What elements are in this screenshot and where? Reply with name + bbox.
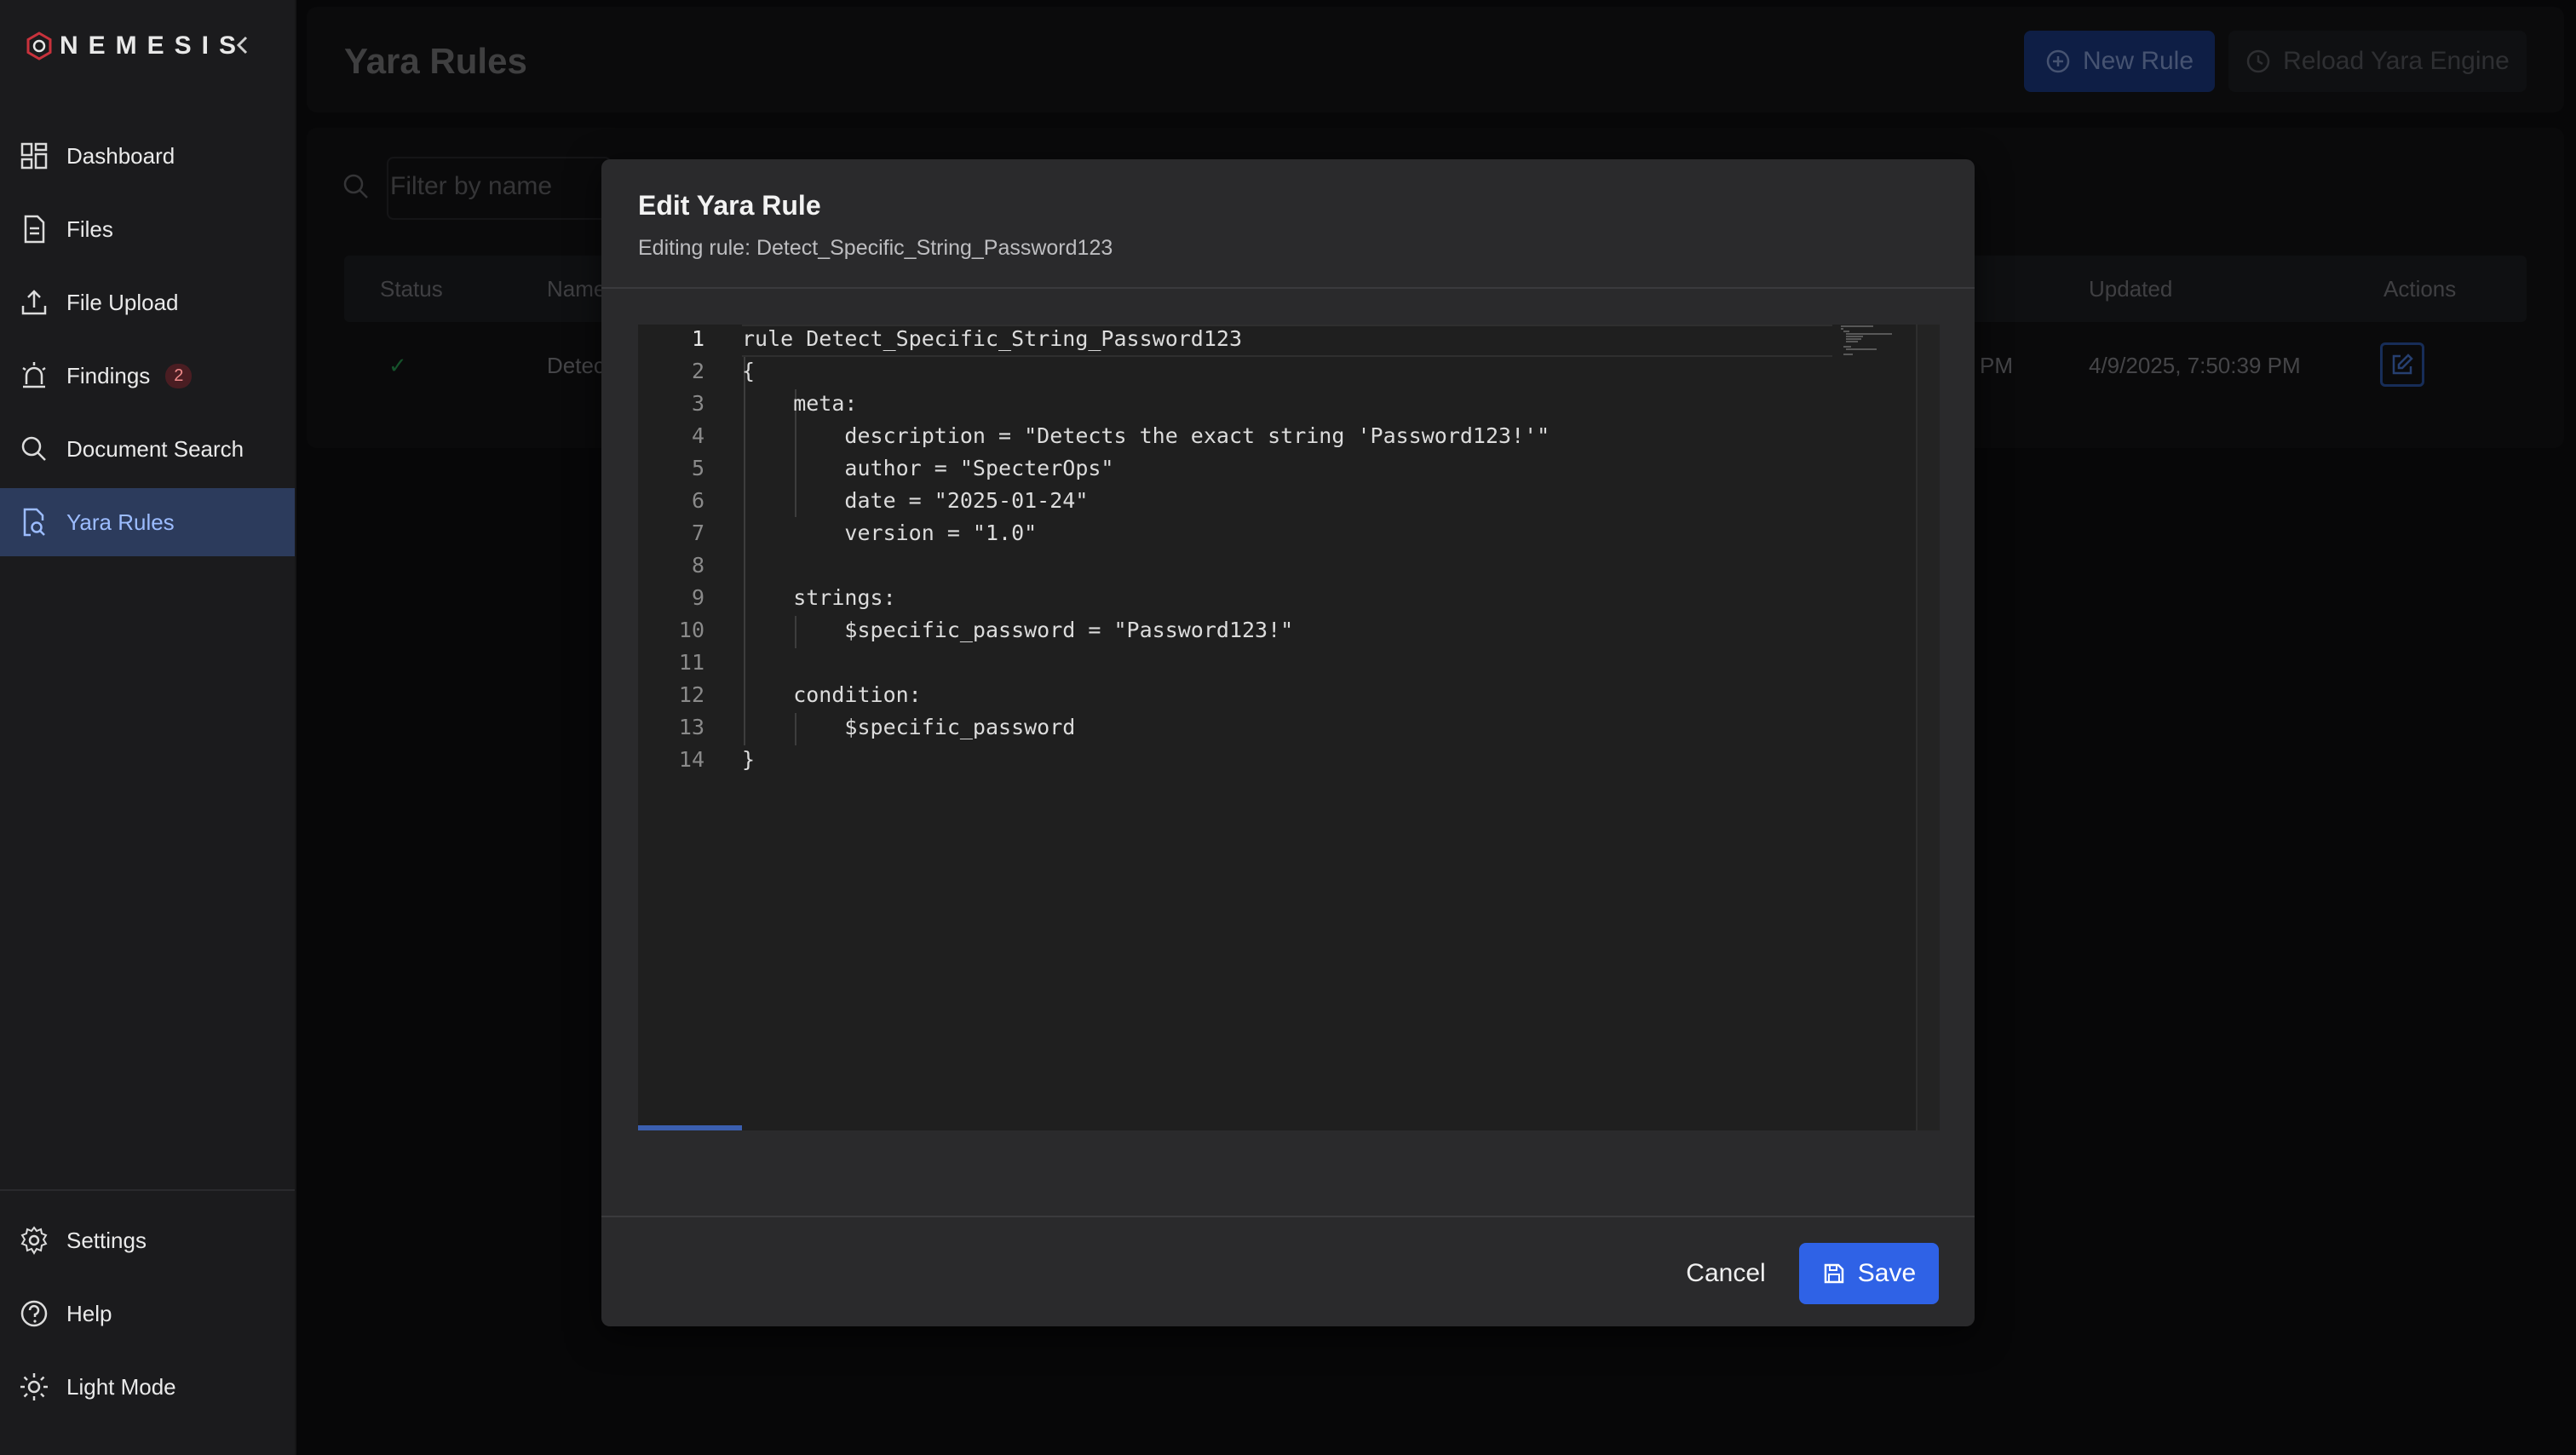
line-number: 7	[691, 520, 704, 545]
help-icon	[20, 1300, 48, 1327]
line-number: 5	[691, 456, 704, 480]
line-number: 8	[691, 553, 704, 578]
code-line: condition:	[742, 682, 922, 707]
code-line: description = "Detects the exact string …	[742, 423, 1550, 448]
upload-icon	[21, 290, 47, 315]
line-number: 11	[678, 650, 704, 675]
sidebar-item-help[interactable]: Help	[0, 1280, 295, 1348]
gear-icon	[20, 1226, 48, 1255]
sidebar-item-dashboard[interactable]: Dashboard	[0, 122, 295, 190]
line-number: 1	[691, 326, 704, 351]
alarm-icon	[22, 362, 46, 388]
sidebar-item-label: Settings	[66, 1227, 147, 1253]
sidebar-item-findings[interactable]: Findings 2	[0, 342, 295, 410]
code-line: author = "SpecterOps"	[742, 456, 1114, 480]
nemesis-logo-icon	[26, 32, 52, 60]
vertical-scrollbar[interactable]	[1916, 325, 1940, 1130]
sidebar-item-label: Findings	[66, 362, 151, 388]
code-line: date = "2025-01-24"	[742, 488, 1089, 513]
sidebar-bottom-nav: Settings Help Light Mode	[0, 1189, 295, 1426]
sidebar-item-label: Dashboard	[66, 142, 175, 169]
divider	[601, 287, 1975, 289]
code-line: strings:	[742, 585, 896, 610]
file-icon	[24, 215, 45, 244]
sidebar-item-document-search[interactable]: Document Search	[0, 415, 295, 483]
findings-count-badge: 2	[165, 363, 193, 388]
cancel-button[interactable]: Cancel	[1675, 1243, 1777, 1304]
sidebar-item-yara-rules[interactable]: Yara Rules	[0, 488, 295, 556]
sidebar-item-label: Files	[66, 216, 113, 242]
line-number-gutter: 1 2 3 4 5 6 7 8 9 10 11 12 13 14	[638, 325, 704, 1130]
horizontal-scrollbar[interactable]	[638, 1125, 742, 1130]
sidebar-item-files[interactable]: Files	[0, 195, 295, 263]
code-line: meta:	[742, 391, 858, 416]
dashboard-icon	[20, 142, 48, 170]
sidebar-item-label: Help	[66, 1300, 112, 1326]
save-button[interactable]: Save	[1799, 1243, 1939, 1304]
line-number: 4	[691, 423, 704, 448]
sun-icon	[20, 1373, 48, 1400]
brand-name: NEMESIS	[60, 32, 247, 60]
editor-minimap[interactable]	[1839, 325, 1916, 359]
code-line: {	[742, 359, 756, 383]
sidebar: NEMESIS Dashboard Files File Upload Find…	[0, 0, 296, 1455]
line-number: 6	[691, 488, 704, 513]
line-number: 3	[691, 391, 704, 416]
sidebar-nav: Dashboard Files File Upload Findings 2 D…	[0, 122, 295, 561]
save-icon	[1824, 1263, 1844, 1284]
sidebar-item-label: Document Search	[66, 435, 244, 462]
code-line: }	[742, 747, 756, 772]
sidebar-item-label: File Upload	[66, 289, 179, 315]
line-number: 2	[691, 359, 704, 383]
sidebar-item-label: Yara Rules	[66, 509, 175, 535]
line-number: 12	[678, 682, 704, 707]
code-line: version = "1.0"	[742, 520, 1038, 545]
dialog-subtitle: Editing rule: Detect_Specific_String_Pas…	[638, 236, 1113, 260]
sidebar-item-light-mode[interactable]: Light Mode	[0, 1353, 295, 1421]
code-line: rule Detect_Specific_String_Password123	[742, 326, 1242, 351]
divider	[601, 1216, 1975, 1217]
file-search-icon	[23, 508, 45, 537]
save-label: Save	[1857, 1259, 1917, 1287]
line-number: 14	[678, 747, 704, 772]
brand[interactable]: NEMESIS	[24, 29, 246, 63]
code-editor[interactable]: 1 2 3 4 5 6 7 8 9 10 11 12 13 14 rule De…	[638, 325, 1940, 1130]
line-number: 10	[678, 618, 704, 642]
code-line: $specific_password	[742, 715, 1076, 739]
code-line: $specific_password = "Password123!"	[742, 618, 1294, 642]
chevron-left-icon[interactable]	[228, 31, 257, 60]
line-number: 13	[678, 715, 704, 739]
sidebar-item-settings[interactable]: Settings	[0, 1206, 295, 1274]
line-number: 9	[691, 585, 704, 610]
search-icon	[21, 436, 46, 461]
sidebar-item-label: Light Mode	[66, 1373, 176, 1400]
dialog-title: Edit Yara Rule	[638, 190, 821, 221]
edit-yara-rule-dialog: Edit Yara Rule Editing rule: Detect_Spec…	[601, 159, 1975, 1326]
sidebar-item-file-upload[interactable]: File Upload	[0, 268, 295, 336]
